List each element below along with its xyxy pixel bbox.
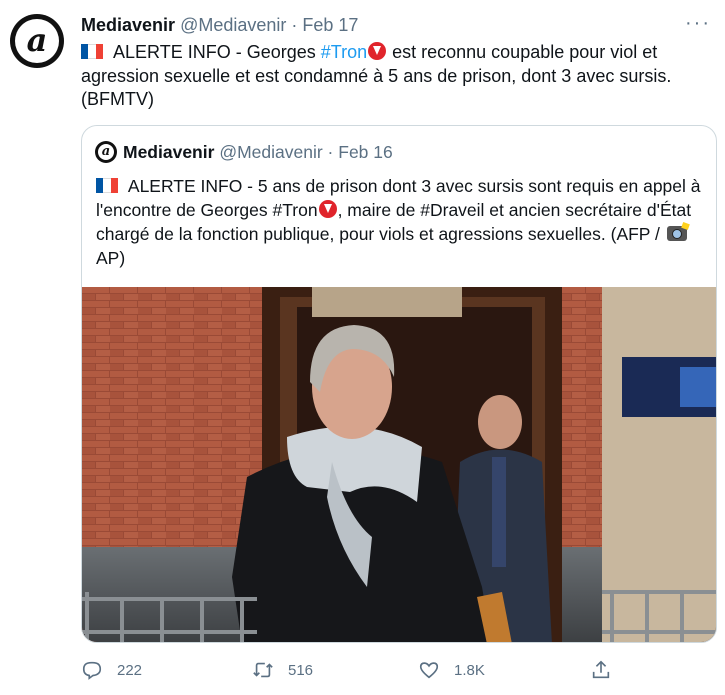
- quoted-display-name: Mediavenir: [123, 142, 215, 162]
- tweet-text-part1: ALERTE INFO - Georges: [109, 42, 321, 62]
- share-icon: [592, 660, 610, 679]
- mediavenir-logo-icon: a: [15, 19, 59, 63]
- quoted-date: Feb 16: [338, 142, 393, 162]
- tweet-header: Mediavenir @Mediavenir · Feb 17: [81, 13, 358, 37]
- france-flag-icon: [81, 42, 103, 59]
- hashtag-link[interactable]: #Tron: [321, 42, 367, 62]
- reply-button[interactable]: 222: [81, 656, 142, 684]
- share-button[interactable]: [590, 656, 626, 684]
- retweet-count: 516: [288, 661, 314, 679]
- separator: ·: [291, 15, 298, 35]
- like-count: 1.8K: [454, 661, 485, 679]
- reply-icon: [82, 661, 102, 680]
- display-name[interactable]: Mediavenir: [81, 15, 175, 35]
- quoted-avatar: a: [95, 141, 117, 163]
- quoted-text-part3: AP): [96, 248, 126, 268]
- tron-emoji-icon: [318, 200, 337, 218]
- tron-emoji-icon: [368, 42, 387, 60]
- tweet-date[interactable]: Feb 17: [302, 15, 358, 35]
- france-flag-icon: [96, 175, 118, 193]
- quoted-separator: ·: [327, 142, 334, 162]
- quoted-text: ALERTE INFO - 5 ans de prison dont 3 ave…: [96, 174, 706, 270]
- reply-count: 222: [117, 661, 143, 679]
- retweet-button[interactable]: 516: [252, 656, 313, 684]
- retweet-icon: [253, 662, 273, 678]
- quoted-handle: @Mediavenir: [219, 142, 323, 162]
- camera-flash-icon: [666, 226, 687, 241]
- handle[interactable]: @Mediavenir: [180, 15, 286, 35]
- heart-icon: [419, 662, 439, 679]
- like-button[interactable]: 1.8K: [418, 656, 485, 684]
- tweet-text: ALERTE INFO - Georges #Tron est reconnu …: [81, 41, 711, 112]
- tweet-actions: 222 516 1.8K: [0, 650, 725, 688]
- quoted-photo[interactable]: [82, 287, 717, 643]
- avatar[interactable]: a: [10, 14, 64, 68]
- quoted-tweet[interactable]: a Mediavenir @Mediavenir · Feb 16 ALERTE …: [81, 125, 717, 643]
- quoted-header: a Mediavenir @Mediavenir · Feb 16: [95, 140, 393, 164]
- more-options-icon[interactable]: ···: [685, 12, 711, 35]
